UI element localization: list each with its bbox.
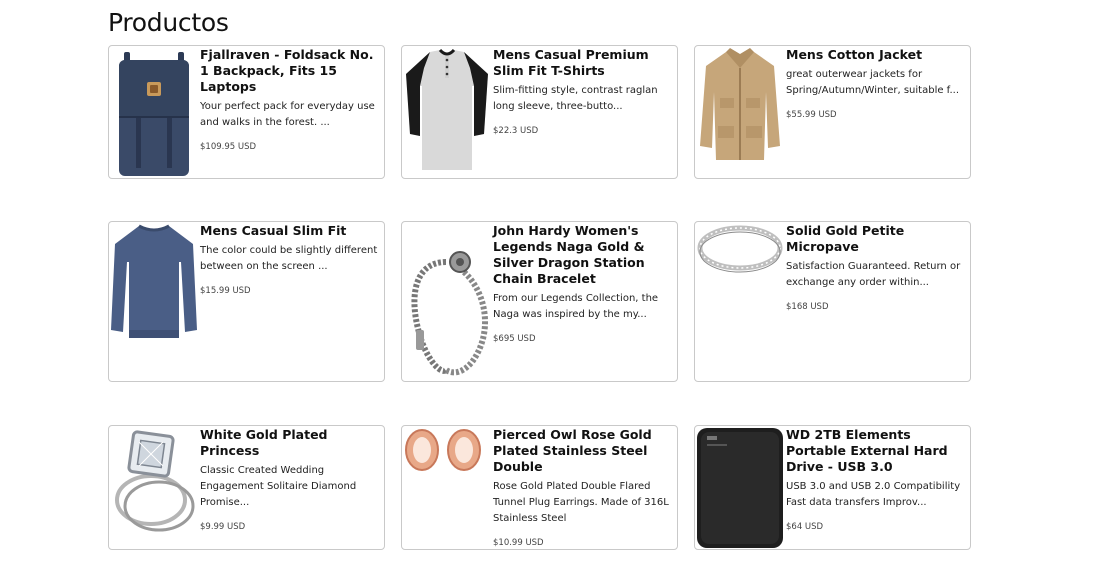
product-description: USB 3.0 and USB 2.0 Compatibility Fast d… bbox=[786, 481, 961, 508]
product-card[interactable]: Mens Casual Premium Slim Fit T-Shirts Sl… bbox=[401, 45, 678, 179]
product-description: Your perfect pack for everyday use and w… bbox=[200, 101, 375, 128]
products-page: Productos Fjallraven - Foldsack No. 1 Ba… bbox=[0, 0, 1103, 576]
product-card[interactable]: White Gold Plated Princess Classic Creat… bbox=[108, 425, 385, 550]
ring-band-icon bbox=[695, 222, 785, 381]
product-name[interactable]: WD 2TB Elements Portable External Hard D… bbox=[786, 427, 970, 475]
product-name[interactable]: John Hardy Women's Legends Naga Gold & S… bbox=[493, 223, 677, 287]
product-card[interactable]: Fjallraven - Foldsack No. 1 Backpack, Fi… bbox=[108, 45, 385, 179]
product-card[interactable]: John Hardy Women's Legends Naga Gold & S… bbox=[401, 221, 678, 382]
product-name[interactable]: Pierced Owl Rose Gold Plated Stainless S… bbox=[493, 427, 677, 475]
product-price: $22.3 USD bbox=[493, 126, 539, 136]
earrings-icon bbox=[402, 426, 492, 549]
product-price: $55.99 USD bbox=[786, 110, 837, 120]
bracelet-icon bbox=[402, 222, 492, 381]
product-price: $695 USD bbox=[493, 334, 536, 344]
product-description: The color could be slightly different be… bbox=[200, 245, 378, 272]
product-card[interactable]: WD 2TB Elements Portable External Hard D… bbox=[694, 425, 971, 550]
product-price: $9.99 USD bbox=[200, 522, 246, 532]
product-price: $64 USD bbox=[786, 522, 824, 532]
product-description: great outerwear jackets for Spring/Autum… bbox=[786, 69, 960, 96]
product-description: Satisfaction Guaranteed. Return or excha… bbox=[786, 261, 961, 288]
product-name[interactable]: Mens Casual Slim Fit bbox=[200, 223, 384, 239]
product-card[interactable]: Pierced Owl Rose Gold Plated Stainless S… bbox=[401, 425, 678, 550]
product-price: $15.99 USD bbox=[200, 286, 251, 296]
jacket-icon bbox=[695, 46, 785, 178]
diamond-ring-icon bbox=[109, 426, 199, 549]
page-title: Productos bbox=[108, 8, 229, 37]
product-card[interactable]: Solid Gold Petite Micropave Satisfaction… bbox=[694, 221, 971, 382]
product-name[interactable]: Mens Cotton Jacket bbox=[786, 47, 970, 63]
product-description: Classic Created Wedding Engagement Solit… bbox=[200, 465, 357, 508]
product-description: Slim-fitting style, contrast raglan long… bbox=[493, 85, 658, 112]
sweater-icon bbox=[109, 222, 199, 381]
product-name[interactable]: Solid Gold Petite Micropave bbox=[786, 223, 970, 255]
product-name[interactable]: Mens Casual Premium Slim Fit T-Shirts bbox=[493, 47, 677, 79]
hard-drive-icon bbox=[695, 426, 785, 549]
backpack-icon bbox=[109, 46, 199, 178]
product-name[interactable]: Fjallraven - Foldsack No. 1 Backpack, Fi… bbox=[200, 47, 384, 95]
product-name[interactable]: White Gold Plated Princess bbox=[200, 427, 384, 459]
product-card[interactable]: Mens Cotton Jacket great outerwear jacke… bbox=[694, 45, 971, 179]
product-card[interactable]: Mens Casual Slim Fit The color could be … bbox=[108, 221, 385, 382]
shirt-icon bbox=[402, 46, 492, 178]
product-price: $109.95 USD bbox=[200, 142, 257, 152]
product-description: Rose Gold Plated Double Flared Tunnel Pl… bbox=[493, 481, 669, 524]
product-price: $10.99 USD bbox=[493, 538, 544, 548]
product-description: From our Legends Collection, the Naga wa… bbox=[493, 293, 659, 320]
product-price: $168 USD bbox=[786, 302, 829, 312]
